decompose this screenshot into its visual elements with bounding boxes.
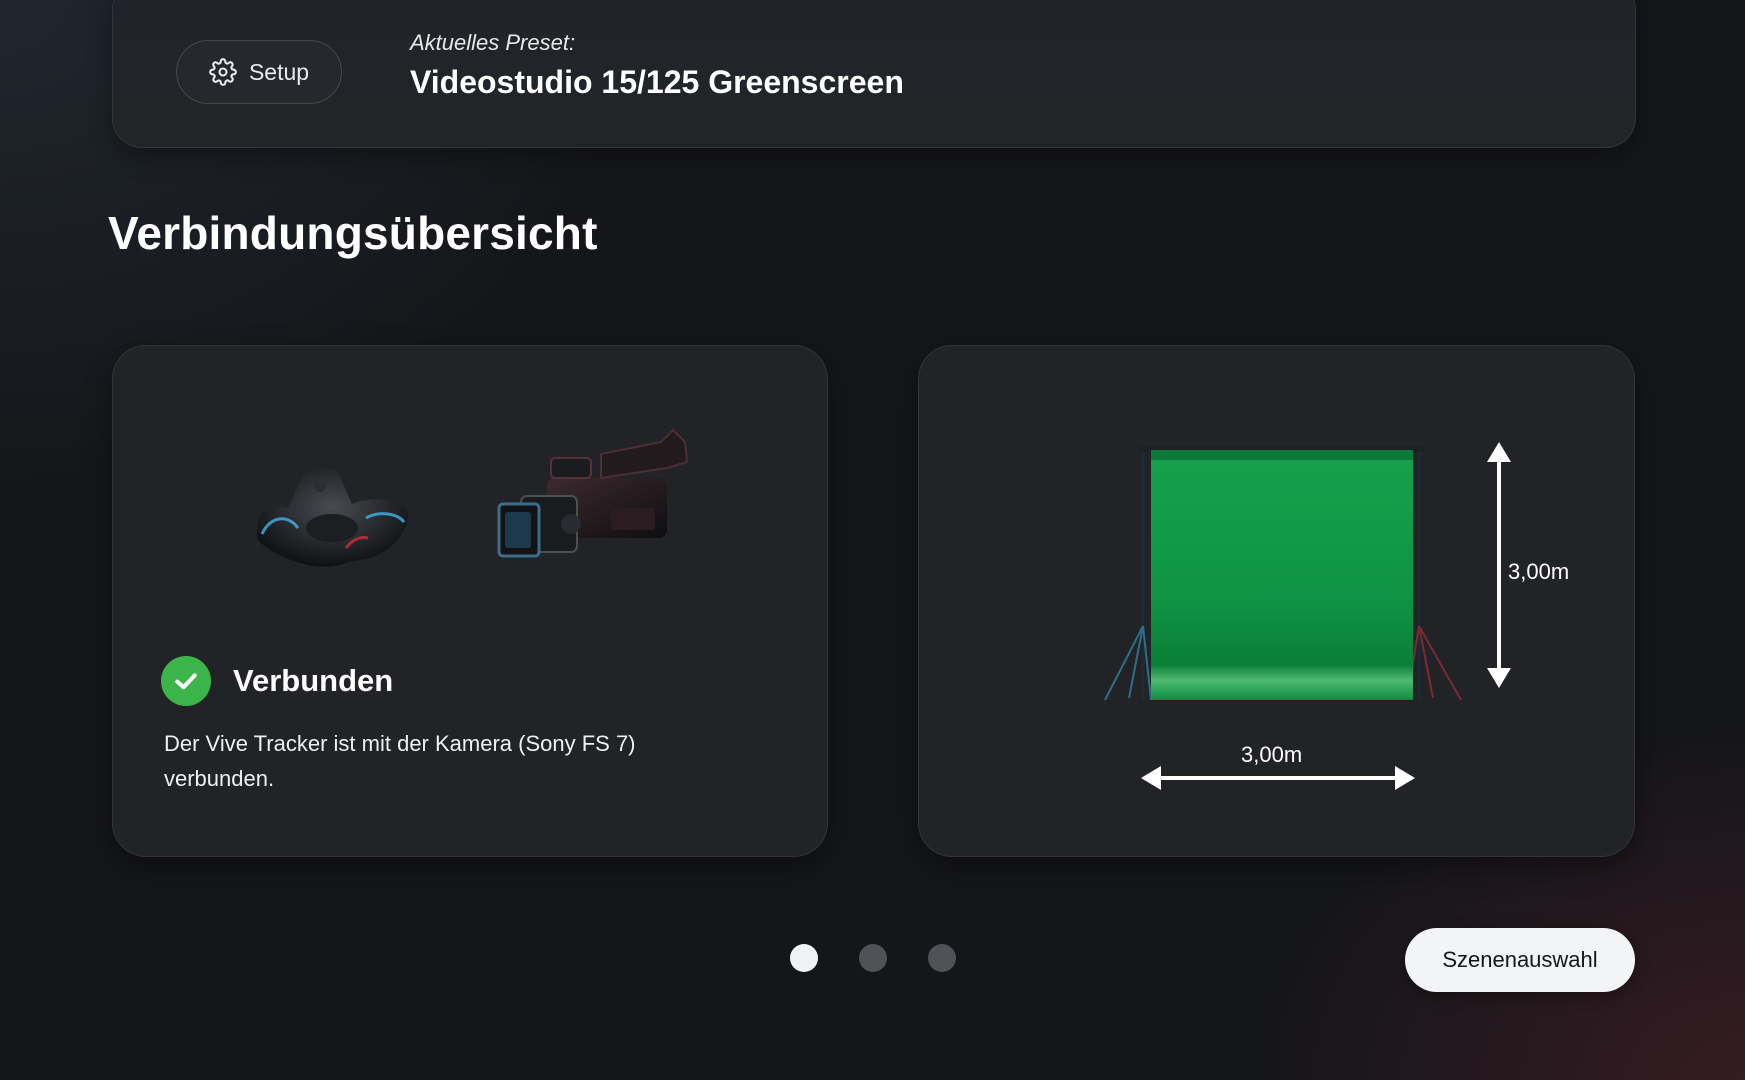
page-dot-1[interactable] [790,944,818,972]
setup-button-label: Setup [248,58,310,85]
video-camera-icon [491,418,691,588]
status-description: Der Vive Tracker ist mit der Kamera (Son… [164,731,636,791]
connection-status-card: Verbunden Der Vive Tracker ist mit der K… [112,345,828,857]
height-label: 3,00m [1508,559,1570,584]
scene-selection-button[interactable]: Szenenauswahl [1405,928,1635,992]
preset-name: Videostudio 15/125 Greenscreen [410,64,904,100]
status-label: Verbunden [233,663,394,698]
vive-tracker-icon [248,456,418,586]
connection-status: Verbunden [161,656,393,706]
pagination [790,944,956,972]
greenscreen-illustration [1089,436,1469,706]
page-dot-2[interactable] [859,944,887,972]
preset-caption: Aktuelles Preset: [410,30,576,55]
page-dot-3[interactable] [928,944,956,972]
setup-button[interactable]: Setup [176,40,342,104]
greenscreen-dimensions-card: 3,00m 3,00m [918,345,1635,857]
checkmark-circle-icon [161,656,211,706]
gear-icon [209,58,237,86]
page-title: Verbindungsübersicht [108,207,598,259]
width-arrow [1141,764,1415,792]
